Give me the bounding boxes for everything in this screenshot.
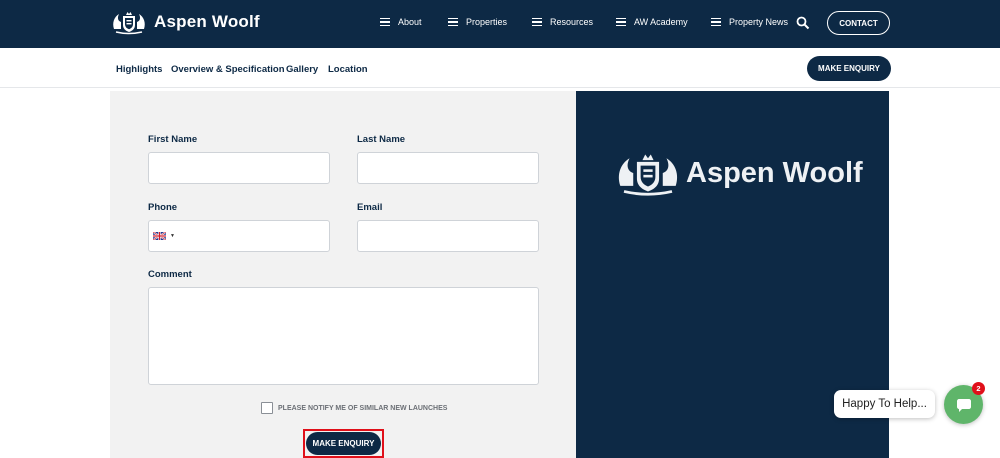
comment-textarea[interactable] xyxy=(148,287,539,385)
subnav-link-gallery[interactable]: Gallery xyxy=(286,64,318,75)
country-code-selector[interactable]: ▼ xyxy=(153,232,175,240)
enquiry-form: First Name Last Name Phone ▼ Email Comme… xyxy=(110,91,576,458)
email-field[interactable] xyxy=(357,220,539,252)
uk-flag-icon xyxy=(153,232,166,240)
crest-logo-icon xyxy=(618,154,678,196)
nav-label: About xyxy=(398,17,422,27)
brand-name: Aspen Woolf xyxy=(154,12,260,31)
nav-label: Resources xyxy=(550,17,594,27)
menu-icon xyxy=(711,18,721,26)
brand-logo[interactable]: Aspen Woolf xyxy=(110,9,260,35)
last-name-field[interactable] xyxy=(357,152,539,184)
section-navigation: Highlights Overview & Specification Gall… xyxy=(0,48,1000,88)
menu-icon xyxy=(448,18,458,26)
nav-label: Properties xyxy=(466,17,508,27)
chat-unread-badge: 2 xyxy=(972,382,985,395)
nav-item-aw-academy[interactable]: AW Academy xyxy=(616,17,688,27)
chat-icon xyxy=(956,398,971,412)
top-navigation: Aspen Woolf About Properties Resources A… xyxy=(0,0,1000,48)
subnav-link-overview[interactable]: Overview & Specification xyxy=(171,64,285,75)
notify-checkbox[interactable] xyxy=(261,402,273,414)
last-name-label: Last Name xyxy=(357,134,406,145)
chat-greeting-bubble[interactable]: Happy To Help... xyxy=(834,390,935,418)
phone-label: Phone xyxy=(148,202,178,213)
subnav-link-highlights[interactable]: Highlights xyxy=(116,64,162,75)
phone-field[interactable]: ▼ xyxy=(148,220,330,252)
menu-icon xyxy=(380,18,390,26)
nav-label: Property News xyxy=(729,17,789,27)
nav-item-property-news[interactable]: Property News xyxy=(711,17,788,27)
notify-label: PLEASE NOTIFY ME OF SIMILAR NEW LAUNCHES xyxy=(278,405,448,412)
contact-button[interactable]: CONTACT xyxy=(827,11,890,35)
email-label: Email xyxy=(357,202,383,213)
menu-icon xyxy=(616,18,626,26)
nav-item-about[interactable]: About xyxy=(380,17,422,27)
comment-label: Comment xyxy=(148,269,192,280)
make-enquiry-header-button[interactable]: MAKE ENQUIRY xyxy=(807,56,891,81)
nav-label: AW Academy xyxy=(634,17,688,27)
menu-icon xyxy=(532,18,542,26)
panel-logo: Aspen Woolf xyxy=(612,149,863,197)
crest-logo-icon xyxy=(113,12,145,35)
panel-logo-text: Aspen Woolf xyxy=(686,156,863,189)
nav-item-resources[interactable]: Resources xyxy=(532,17,593,27)
first-name-field[interactable] xyxy=(148,152,330,184)
subnav-link-location[interactable]: Location xyxy=(328,64,368,75)
make-enquiry-submit-button[interactable]: MAKE ENQUIRY xyxy=(306,432,381,455)
first-name-label: First Name xyxy=(148,134,198,145)
chevron-down-icon: ▼ xyxy=(170,233,175,239)
nav-item-properties[interactable]: Properties xyxy=(448,17,507,27)
search-icon[interactable] xyxy=(796,16,810,30)
